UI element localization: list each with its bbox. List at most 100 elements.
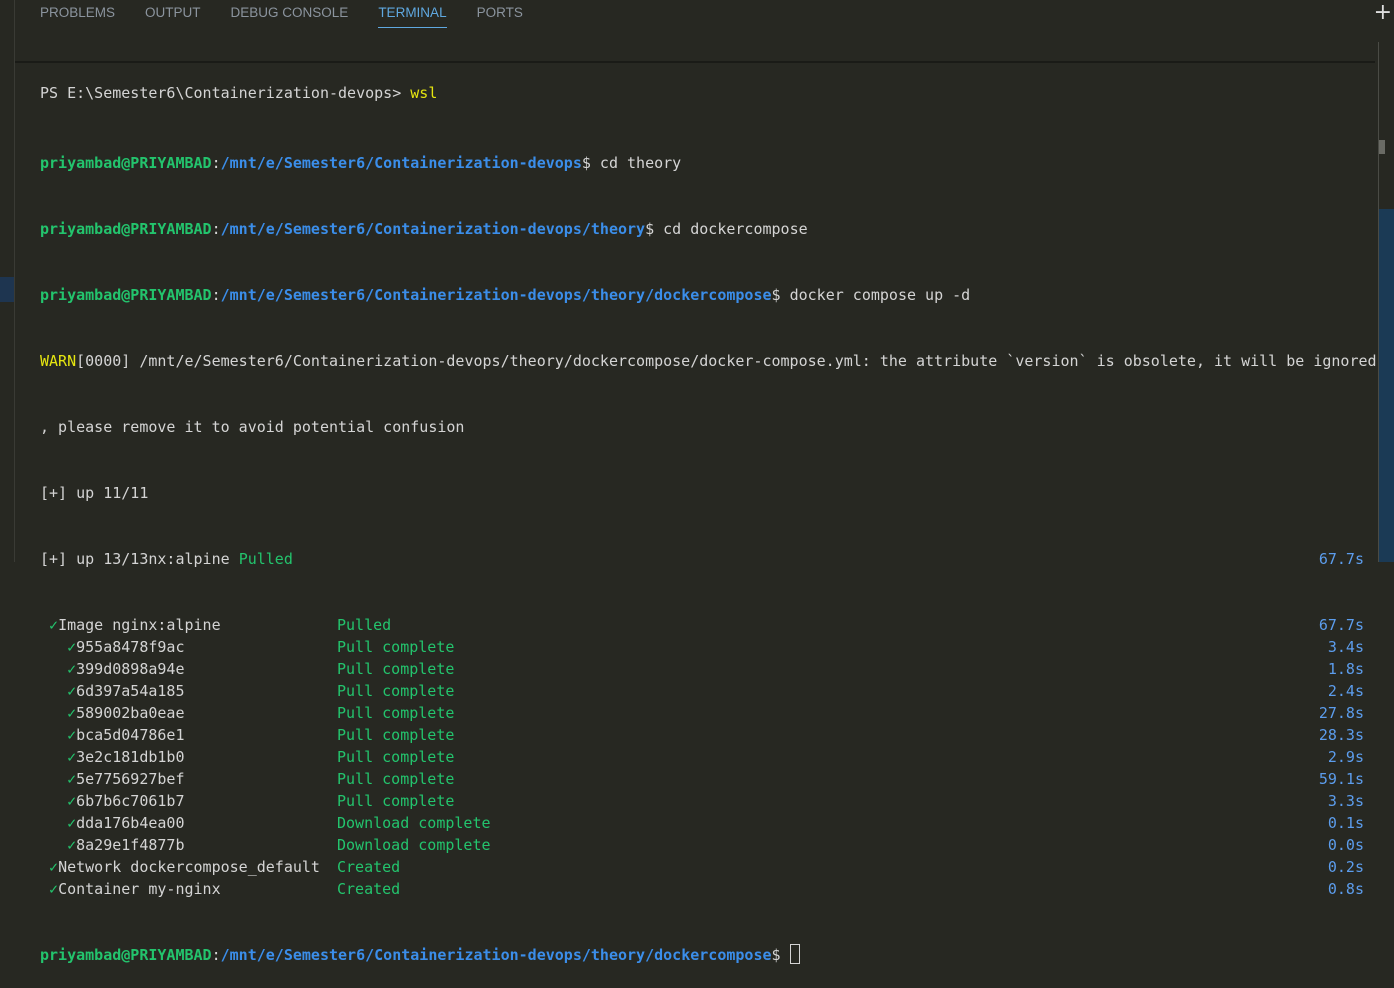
tab-debug-console[interactable]: DEBUG CONSOLE	[231, 0, 349, 27]
tab-terminal[interactable]: TERMINAL	[378, 0, 447, 28]
check-icon: ✓	[67, 836, 77, 854]
check-icon: ✓	[67, 814, 77, 832]
user-host: priyambad@PRIYAMBAD	[40, 154, 212, 172]
item-status: Pull complete	[337, 748, 455, 766]
item-time: 0.1s	[1327, 814, 1364, 832]
item-name: Container my-nginx	[58, 880, 221, 898]
ps-command: wsl	[410, 84, 438, 102]
item-time: 3.3s	[1327, 792, 1364, 810]
ps-prompt: PS E:\Semester6\Containerization-devops>	[40, 84, 411, 102]
progress-item: ✓dda176b4ea00 Download complete 0.1s	[40, 812, 1364, 834]
progress-item: ✓Image nginx:alpine Pulled 67.7s	[40, 614, 1364, 636]
check-icon: ✓	[67, 638, 77, 656]
item-name: bca5d04786e1	[76, 726, 185, 744]
item-name: 589002ba0eae	[76, 704, 185, 722]
item-status: Pull complete	[337, 704, 455, 722]
item-status: Download complete	[337, 836, 491, 854]
check-icon: ✓	[49, 858, 59, 876]
ps-prompt-line: PS E:\Semester6\Containerization-devops>…	[40, 82, 1364, 104]
prompt-path: /mnt/e/Semester6/Containerization-devops…	[220, 286, 772, 304]
prompt-path: /mnt/e/Semester6/Containerization-devops…	[220, 946, 772, 964]
progress-item: ✓589002ba0eae Pull complete 27.8s	[40, 702, 1364, 724]
progress-text: [+] up 13/13nx:alpine	[40, 550, 239, 568]
progress-line: [+] up 13/13nx:alpine Pulled 67.7s	[40, 548, 1364, 570]
side-panel-edge	[1379, 209, 1394, 562]
prompt-line: priyambad@PRIYAMBAD:/mnt/e/Semester6/Con…	[40, 286, 971, 304]
progress-line: [+] up 11/11	[40, 484, 149, 502]
warn-continuation: , please remove it to avoid potential co…	[40, 418, 465, 436]
item-time: 0.2s	[1327, 858, 1364, 876]
item-status: Pull complete	[337, 770, 455, 788]
item-status: Created	[337, 858, 401, 876]
item-name: dda176b4ea00	[76, 814, 185, 832]
plus-icon[interactable]: +	[1374, 0, 1392, 25]
tab-problems[interactable]: PROBLEMS	[40, 0, 115, 27]
item-time: 1.8s	[1327, 660, 1364, 678]
cursor	[789, 944, 800, 964]
prompt-path: /mnt/e/Semester6/Containerization-devops	[220, 154, 582, 172]
progress-item: ✓5e7756927bef Pull complete 59.1s	[40, 768, 1364, 790]
progress-item: ✓955a8478f9ac Pull complete 3.4s	[40, 636, 1364, 658]
item-time: 27.8s	[1318, 704, 1364, 722]
command: docker compose up -d	[780, 286, 971, 304]
progress-item: ✓3e2c181db1b0 Pull complete 2.9s	[40, 746, 1364, 768]
item-time: 28.3s	[1318, 726, 1364, 744]
item-time: 2.9s	[1327, 748, 1364, 766]
check-icon: ✓	[67, 660, 77, 678]
item-status: Pull complete	[337, 726, 455, 744]
user-host: priyambad@PRIYAMBAD	[40, 286, 212, 304]
item-name: 8a29e1f4877b	[76, 836, 185, 854]
progress-time: 67.7s	[1318, 550, 1364, 568]
item-time: 67.7s	[1318, 616, 1364, 634]
user-host: priyambad@PRIYAMBAD	[40, 220, 212, 238]
item-time: 59.1s	[1318, 770, 1364, 788]
item-status: Pull complete	[337, 660, 455, 678]
progress-item: ✓bca5d04786e1 Pull complete 28.3s	[40, 724, 1364, 746]
check-icon: ✓	[49, 616, 59, 634]
progress-item: ✓6b7b6c7061b7 Pull complete 3.3s	[40, 790, 1364, 812]
progress-item: ✓399d0898a94e Pull complete 1.8s	[40, 658, 1364, 680]
prompt-path: /mnt/e/Semester6/Containerization-devops…	[220, 220, 646, 238]
item-status: Download complete	[337, 814, 491, 832]
warn-line: WARN[0000] /mnt/e/Semester6/Containeriza…	[40, 350, 1377, 372]
user-host: priyambad@PRIYAMBAD	[40, 946, 212, 964]
progress-item: ✓6d397a54a185 Pull complete 2.4s	[40, 680, 1364, 702]
item-name: 6b7b6c7061b7	[76, 792, 185, 810]
item-name: Image nginx:alpine	[58, 616, 221, 634]
item-status: Pull complete	[337, 792, 455, 810]
item-status: Pull complete	[337, 638, 455, 656]
item-name: 3e2c181db1b0	[76, 748, 185, 766]
progress-status: Pulled	[238, 550, 293, 568]
selected-item-highlight	[0, 277, 14, 302]
warn-text: [0000] /mnt/e/Semester6/Containerization…	[76, 352, 1377, 370]
item-name: 5e7756927bef	[76, 770, 185, 788]
progress-item: ✓8a29e1f4877b Download complete 0.0s	[40, 834, 1364, 856]
panel-tabs: PROBLEMS OUTPUT DEBUG CONSOLE TERMINAL P…	[40, 0, 553, 28]
item-time: 0.8s	[1327, 880, 1364, 898]
scrollbar-thumb[interactable]	[1379, 140, 1385, 154]
check-icon: ✓	[67, 682, 77, 700]
check-icon: ✓	[67, 726, 77, 744]
item-name: 955a8478f9ac	[76, 638, 185, 656]
item-name: 6d397a54a185	[76, 682, 185, 700]
prompt-line: priyambad@PRIYAMBAD:/mnt/e/Semester6/Con…	[40, 154, 682, 172]
item-time: 0.0s	[1327, 836, 1364, 854]
item-status: Created	[337, 880, 401, 898]
prompt-line: priyambad@PRIYAMBAD:/mnt/e/Semester6/Con…	[40, 944, 1364, 966]
tab-output[interactable]: OUTPUT	[145, 0, 201, 27]
terminal-output[interactable]: PS E:\Semester6\Containerization-devops>…	[40, 38, 1377, 988]
progress-item: ✓Container my-nginx Created 0.8s	[40, 878, 1364, 900]
item-name: 399d0898a94e	[76, 660, 185, 678]
tab-ports[interactable]: PORTS	[477, 0, 523, 27]
item-time: 2.4s	[1327, 682, 1364, 700]
check-icon: ✓	[67, 704, 77, 722]
progress-item: ✓Network dockercompose_default Created 0.2…	[40, 856, 1364, 878]
item-status: Pulled	[337, 616, 392, 634]
check-icon: ✓	[49, 880, 59, 898]
check-icon: ✓	[67, 748, 77, 766]
warn-label: WARN	[40, 352, 77, 370]
activity-strip	[0, 0, 15, 562]
check-icon: ✓	[67, 792, 77, 810]
command: cd dockercompose	[654, 220, 808, 238]
item-time: 3.4s	[1327, 638, 1364, 656]
